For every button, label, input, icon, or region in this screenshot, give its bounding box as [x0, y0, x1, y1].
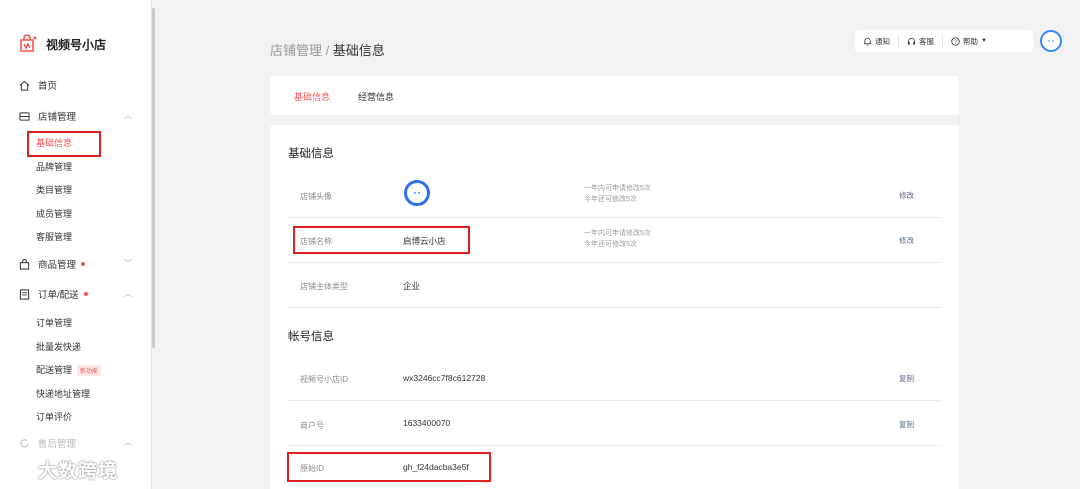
highlight-box	[287, 452, 491, 482]
chevron-up-icon: ︿	[124, 289, 132, 298]
smile-face-icon	[1048, 40, 1054, 42]
note-line: 一年内可申请修改5次	[584, 230, 651, 237]
row-merchant-id: 商户号 1633400070 复制	[288, 401, 942, 446]
edit-name-link[interactable]: 修改	[899, 235, 914, 246]
watermark-logo-icon	[11, 460, 34, 475]
service-label: 客服	[919, 36, 934, 46]
home-icon	[18, 79, 30, 91]
highlight-box	[27, 131, 101, 157]
smile-face-icon	[414, 192, 420, 194]
sidebar-scrollbar[interactable]	[152, 8, 155, 348]
section-title-account: 帐号信息	[288, 331, 334, 343]
edit-limit-note: 一年内可申请修改5次 今年还可修改5次	[584, 183, 651, 205]
brand-name: 视频号小店	[46, 37, 107, 52]
row-label: 视频号小店ID	[300, 375, 348, 384]
sidebar-item-home[interactable]: 首页	[18, 78, 57, 92]
headset-icon	[907, 37, 916, 45]
sidebar: 视频号小店 首页 店铺管理 ︿ 基础信息 品牌管理 类目管理 成员管理 客服管理…	[0, 0, 152, 489]
watermark: 大数跨境	[10, 456, 118, 483]
shop-avatar	[404, 180, 430, 206]
copy-merchant-id-link[interactable]: 复制	[899, 419, 914, 430]
chevron-down-icon: ﹀	[124, 259, 132, 268]
help-circle-icon: ?	[951, 36, 960, 46]
tab-basic-info[interactable]: 基础信息	[294, 90, 330, 103]
caret-down-icon: ▼	[981, 38, 987, 44]
edit-avatar-link[interactable]: 修改	[899, 190, 914, 201]
top-actions-bar: 通知 客服 ? 帮助 ▼	[855, 30, 1033, 52]
notification-dot	[83, 292, 88, 296]
info-card: 基础信息 店铺头像 一年内可申请修改5次 今年还可修改5次 修改 店铺名称 启博…	[270, 125, 959, 489]
bag-icon	[18, 258, 30, 270]
note-line: 今年还可修改5次	[584, 196, 637, 203]
tab-business-info[interactable]: 经营信息	[358, 90, 394, 103]
svg-text:?: ?	[954, 39, 957, 45]
help-dropdown[interactable]: ? 帮助 ▼	[943, 35, 995, 47]
bell-icon	[863, 37, 872, 46]
order-list-icon	[18, 288, 30, 300]
row-label: 店铺头像	[300, 192, 332, 201]
row-label: 商户号	[300, 421, 324, 430]
sidebar-item-members[interactable]: 成员管理	[36, 207, 72, 220]
notify-button[interactable]: 通知	[855, 35, 899, 47]
watermark-text: 大数跨境	[38, 461, 119, 482]
row-label: 店铺主体类型	[300, 282, 348, 291]
sidebar-item-address[interactable]: 快递地址管理	[36, 387, 90, 400]
sidebar-item-order-review[interactable]: 订单评价	[36, 410, 72, 423]
section-title-basic: 基础信息	[288, 148, 334, 160]
breadcrumb: 店铺管理 / 基础信息	[270, 40, 385, 59]
store-icon	[18, 110, 30, 122]
user-avatar[interactable]	[1040, 30, 1062, 52]
sidebar-item-store-management[interactable]: 店铺管理 ︿	[18, 109, 132, 123]
sidebar-item-order-delivery[interactable]: 订单/配送 ︿	[18, 287, 132, 301]
chevron-up-icon: ︿	[124, 438, 132, 447]
sidebar-item-label: 商品管理	[38, 260, 77, 271]
sidebar-item-label: 配送管理	[36, 365, 73, 375]
sidebar-item-customer-service[interactable]: 客服管理	[36, 230, 72, 243]
note-line: 一年内可申请修改5次	[584, 185, 651, 192]
row-shop-id: 视频号小店ID wx3246cc7f8c612728 复制	[288, 355, 942, 401]
chevron-up-icon: ︿	[124, 111, 132, 120]
row-entity-type: 店铺主体类型 企业	[288, 263, 942, 308]
help-label: 帮助	[963, 36, 978, 46]
sidebar-item-label: 首页	[38, 81, 58, 92]
shop-id-value: wx3246cc7f8c612728	[403, 373, 486, 383]
tabs-bar: 基础信息 经营信息	[270, 76, 959, 115]
sidebar-item-product-management[interactable]: 商品管理 ﹀	[18, 257, 132, 271]
sidebar-item-label: 订单/配送	[38, 290, 79, 301]
new-feature-badge: 新功能	[77, 365, 102, 377]
notification-dot	[81, 262, 86, 266]
sidebar-item-label: 售后管理	[38, 439, 77, 450]
breadcrumb-separator: /	[322, 43, 333, 58]
sidebar-item-batch-shipping[interactable]: 批量发快递	[36, 340, 81, 353]
customer-service-button[interactable]: 客服	[899, 35, 943, 47]
refresh-icon	[18, 437, 30, 449]
breadcrumb-current: 基础信息	[332, 43, 385, 58]
sidebar-item-label: 店铺管理	[38, 112, 77, 123]
entity-type-value: 企业	[403, 281, 421, 291]
notify-label: 通知	[875, 36, 890, 46]
copy-shop-id-link[interactable]: 复制	[899, 373, 914, 384]
row-shop-avatar: 店铺头像 一年内可申请修改5次 今年还可修改5次 修改	[288, 172, 942, 218]
highlight-box	[293, 226, 470, 254]
breadcrumb-parent[interactable]: 店铺管理	[270, 43, 322, 58]
brand[interactable]: 视频号小店	[18, 34, 106, 54]
shop-bag-logo-icon	[20, 34, 37, 52]
note-line: 今年还可修改5次	[584, 241, 637, 248]
merchant-id-value: 1633400070	[403, 418, 451, 428]
sidebar-item-category[interactable]: 类目管理	[36, 183, 72, 196]
sidebar-item-after-sale[interactable]: 售后管理 ︿	[18, 436, 132, 450]
sidebar-item-orders[interactable]: 订单管理	[36, 316, 72, 329]
sidebar-item-delivery[interactable]: 配送管理 新功能	[36, 363, 102, 377]
edit-limit-note: 一年内可申请修改5次 今年还可修改5次	[584, 228, 651, 250]
sidebar-item-brand[interactable]: 品牌管理	[36, 160, 72, 173]
